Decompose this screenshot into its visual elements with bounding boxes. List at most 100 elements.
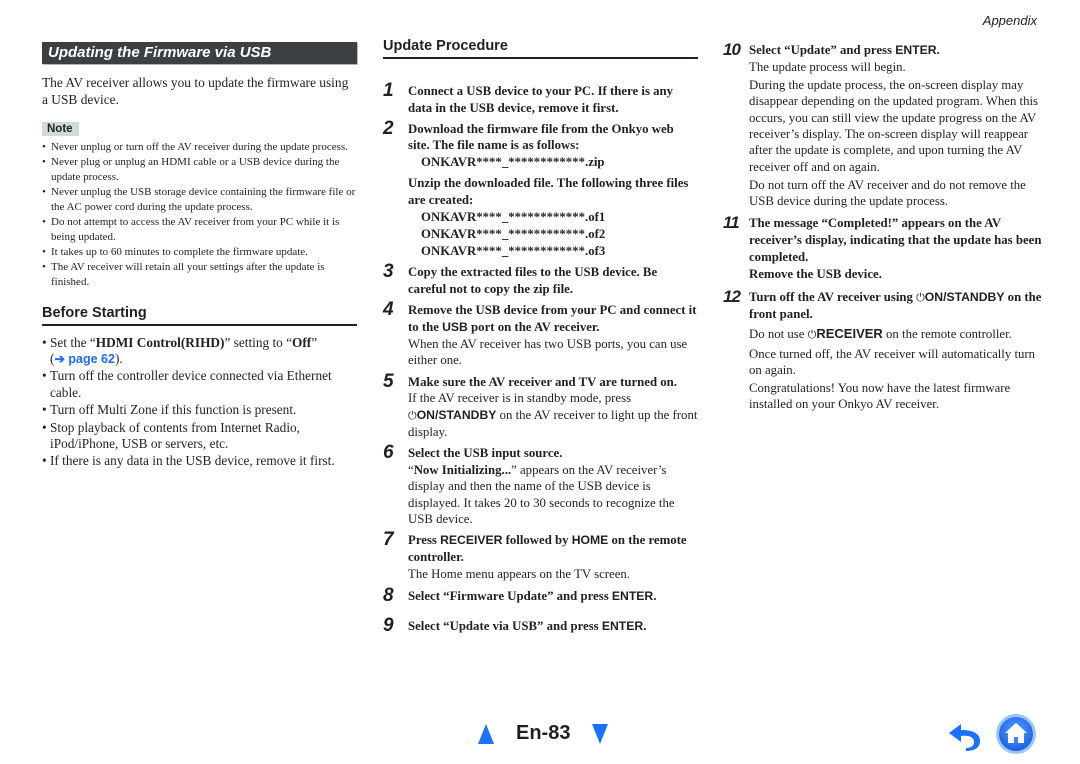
step-body: When the AV receiver has two USB ports, … xyxy=(408,336,688,368)
step-body: The Home menu appears on the TV screen. xyxy=(408,566,630,581)
text: followed by xyxy=(502,533,572,548)
text: ” setting to “ xyxy=(224,334,293,350)
key-label: RECEIVER xyxy=(816,326,883,342)
text: . xyxy=(643,618,647,633)
home-button[interactable] xyxy=(995,713,1037,755)
key-label: ENTER xyxy=(895,43,937,57)
step-8: 8 Select “Firmware Update” and press ENT… xyxy=(383,585,698,607)
text: Press xyxy=(408,533,441,548)
middle-column: Update Procedure 1 Connect a USB device … xyxy=(383,38,698,635)
step-number: 4 xyxy=(383,299,394,321)
key-label: HOME xyxy=(571,533,609,548)
step-11: 11 The message “Completed!” appears on t… xyxy=(723,213,1042,282)
step-number: 9 xyxy=(383,614,394,636)
file-name: ONKAVR****_************.of1 xyxy=(421,209,606,224)
step-2: 2 Download the firmware file from the On… xyxy=(383,117,698,260)
step-body: During the update process, the on-screen… xyxy=(749,78,1039,174)
step-title: Copy the extracted files to the USB devi… xyxy=(408,264,658,296)
before-starting-list: Set the “HDMI Control(RIHD)” setting to … xyxy=(42,335,357,471)
text: If the AV receiver is in standby mode, p… xyxy=(408,391,632,406)
page-navigation: En-83 xyxy=(478,722,609,745)
step-number: 12 xyxy=(723,286,741,306)
step-body: Do not use ⏻RECEIVER on the remote contr… xyxy=(749,326,1042,343)
power-icon: ⏻ xyxy=(408,408,417,422)
note-item: Never plug or unplug an HDMI cable or a … xyxy=(42,155,357,184)
key-label: ENTER xyxy=(611,589,654,604)
text: on the remote controller. xyxy=(882,327,1012,342)
step-12: 12 Turn off the AV receiver using ⏻ON/ST… xyxy=(723,286,1042,413)
page-link[interactable]: ➔ page 62 xyxy=(54,352,115,366)
step-title: Remove the USB device. xyxy=(749,266,882,281)
back-button[interactable] xyxy=(947,718,987,752)
step-body: The update process will begin. xyxy=(749,59,906,74)
step-title: Select “Update via USB” and press ENTER. xyxy=(408,618,698,635)
text: ” xyxy=(311,334,318,350)
step-body: Congratulations! You now have the latest… xyxy=(749,381,1011,412)
step-number: 6 xyxy=(383,442,394,464)
key-label: ENTER xyxy=(601,618,644,633)
section-label: Appendix xyxy=(982,13,1037,28)
step-title: Press RECEIVER followed by HOME on the r… xyxy=(408,532,698,566)
back-arrow-icon xyxy=(949,724,980,751)
step-number: 3 xyxy=(383,260,394,282)
step-title: Select “Update” and press ENTER. xyxy=(749,42,1042,59)
step-number: 7 xyxy=(383,529,394,551)
file-name: ONKAVR****_************.of2 xyxy=(421,226,606,241)
step-title: The message “Completed!” appears on the … xyxy=(749,216,1042,265)
step-5: 5 Make sure the AV receiver and TV are t… xyxy=(383,370,698,441)
setting-name: HDMI Control(RIHD) xyxy=(95,334,225,350)
step-7: 7 Press RECEIVER followed by HOME on the… xyxy=(383,529,698,582)
before-item: Turn off the controller device connected… xyxy=(42,368,357,401)
setting-value: Off xyxy=(292,334,312,350)
step-6: 6 Select the USB input source. “Now Init… xyxy=(383,442,698,527)
key-label: RECEIVER xyxy=(440,533,503,548)
step-title: Connect a USB device to your PC. If ther… xyxy=(408,84,674,115)
text: ). xyxy=(114,351,123,367)
previous-page-icon[interactable] xyxy=(478,723,494,744)
left-column: Updating the Firmware via USB The AV rec… xyxy=(42,42,357,471)
before-item: Turn off Multi Zone if this function is … xyxy=(42,402,357,419)
step-number: 1 xyxy=(383,80,394,101)
step-number: 8 xyxy=(383,585,394,607)
step-number: 5 xyxy=(383,370,394,392)
step-title: Turn off the AV receiver using ⏻ON/STAND… xyxy=(749,289,1042,324)
step-10: 10 Select “Update” and press ENTER. The … xyxy=(723,40,1042,209)
text: . xyxy=(936,43,940,57)
before-starting-heading: Before Starting xyxy=(42,305,357,326)
step-body: If the AV receiver is in standby mode, p… xyxy=(408,390,698,440)
note-item: Never unplug the USB storage device cont… xyxy=(42,185,357,214)
before-item: Set the “HDMI Control(RIHD)” setting to … xyxy=(42,335,357,368)
text: Select “Update” and press xyxy=(749,43,896,57)
next-page-icon[interactable] xyxy=(592,723,609,744)
page-number: En-83 xyxy=(516,722,571,744)
text: Set the “ xyxy=(50,334,96,350)
note-item: It takes up to 60 minutes to complete th… xyxy=(42,245,357,260)
note-list: Never unplug or turn off the AV receiver… xyxy=(42,140,357,290)
step-number: 10 xyxy=(723,40,741,59)
step-title: Select “Firmware Update” and press ENTER… xyxy=(408,588,698,605)
key-label: ON/STANDBY xyxy=(924,289,1005,304)
update-procedure-heading: Update Procedure xyxy=(383,38,698,59)
step-number: 2 xyxy=(383,117,394,139)
right-column: 10 Select “Update” and press ENTER. The … xyxy=(723,40,1042,413)
before-item: Stop playback of contents from Internet … xyxy=(42,420,357,453)
step-body: Do not turn off the AV receiver and do n… xyxy=(749,177,1026,209)
step-3: 3 Copy the extracted files to the USB de… xyxy=(383,260,698,298)
step-title: Remove the USB device from your PC and c… xyxy=(408,302,698,336)
display-message: Now Initializing... xyxy=(413,463,512,478)
step-title: Make sure the AV receiver and TV are tur… xyxy=(408,374,677,389)
text: Select “Firmware Update” and press xyxy=(408,589,612,604)
text: port on the AV receiver. xyxy=(467,320,600,335)
key-label: ON/STANDBY xyxy=(416,407,497,422)
power-icon: ⏻ xyxy=(916,290,925,304)
home-icon xyxy=(996,714,1036,754)
step-title: Select the USB input source. xyxy=(408,446,563,461)
file-name: ONKAVR****_************.of3 xyxy=(421,243,606,258)
note-item: Never unplug or turn off the AV receiver… xyxy=(42,140,357,155)
text: . xyxy=(653,589,657,604)
step-9: 9 Select “Update via USB” and press ENTE… xyxy=(383,614,698,636)
step-number: 11 xyxy=(723,213,740,233)
step-title: Download the firmware file from the Onky… xyxy=(408,121,674,153)
section-banner: Updating the Firmware via USB xyxy=(42,42,357,64)
before-item: If there is any data in the USB device, … xyxy=(42,453,357,470)
